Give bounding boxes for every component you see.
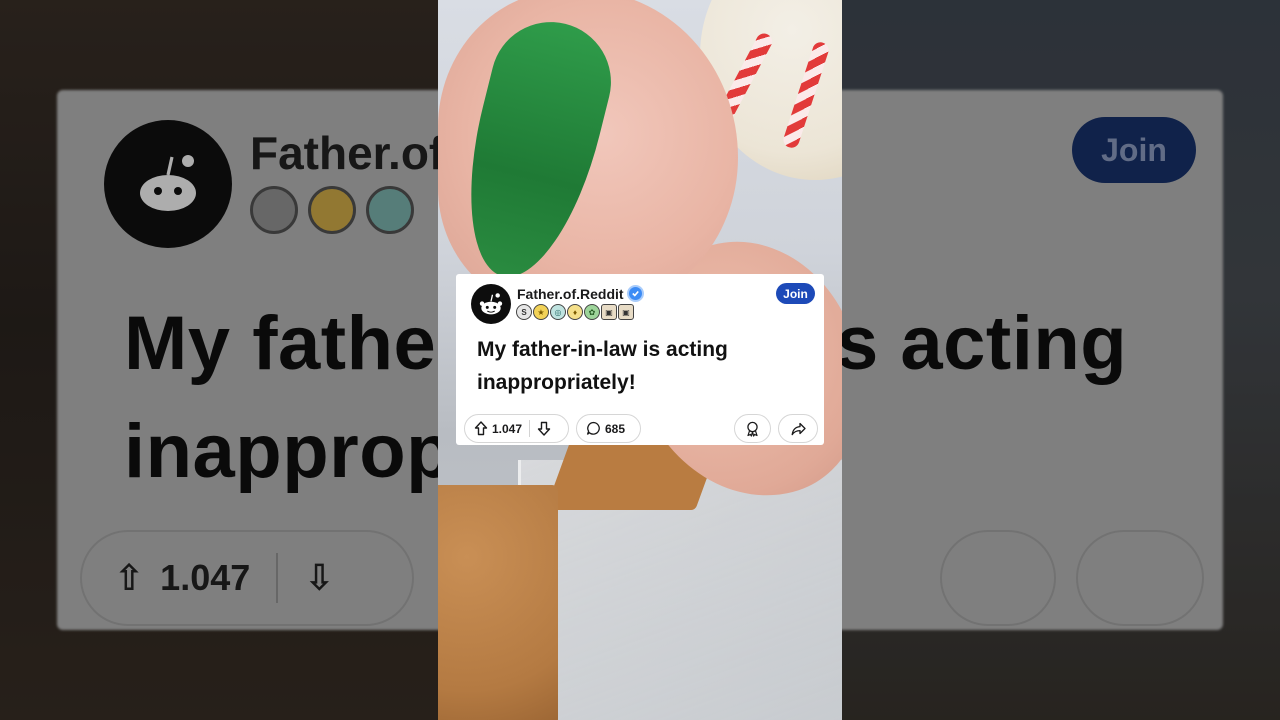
comment-bubble-icon (586, 421, 601, 436)
post-card[interactable]: Father.of.Reddit S ★ ◎ ♦ ✿ ▣ ▣ Join My f… (456, 274, 824, 445)
avatar[interactable] (471, 284, 511, 324)
author-name[interactable]: Father.of.Reddit (517, 286, 624, 302)
author-row[interactable]: Father.of.Reddit (517, 285, 644, 302)
trophy-badges: S ★ ◎ ♦ ✿ ▣ ▣ (516, 304, 634, 320)
vote-pill: 1.047 (464, 414, 569, 443)
reddit-snoo-icon (479, 293, 503, 315)
share-arrow-icon (791, 422, 806, 436)
share-button[interactable] (778, 414, 818, 443)
badge-icon: ◎ (550, 304, 566, 320)
badge-icon: S (516, 304, 532, 320)
badge-icon: ♦ (567, 304, 583, 320)
arrow-down-icon[interactable] (537, 421, 551, 436)
badge-icon: ▣ (601, 304, 617, 320)
award-button[interactable] (734, 414, 771, 443)
badge-icon: ★ (533, 304, 549, 320)
verified-check-icon (626, 285, 644, 302)
arrow-up-icon[interactable] (474, 421, 488, 436)
comment-count: 685 (605, 421, 626, 436)
badge-icon: ✿ (584, 304, 600, 320)
award-ribbon-icon (745, 421, 760, 437)
post-title[interactable]: My father-in-law is acting inappropriate… (477, 333, 807, 399)
upvote-count: 1.047 (492, 421, 523, 436)
join-button[interactable]: Join (776, 283, 815, 304)
vote-divider (529, 420, 531, 437)
gingerbread-wall (438, 485, 558, 720)
badge-icon: ▣ (618, 304, 634, 320)
comments-button[interactable]: 685 (576, 414, 641, 443)
